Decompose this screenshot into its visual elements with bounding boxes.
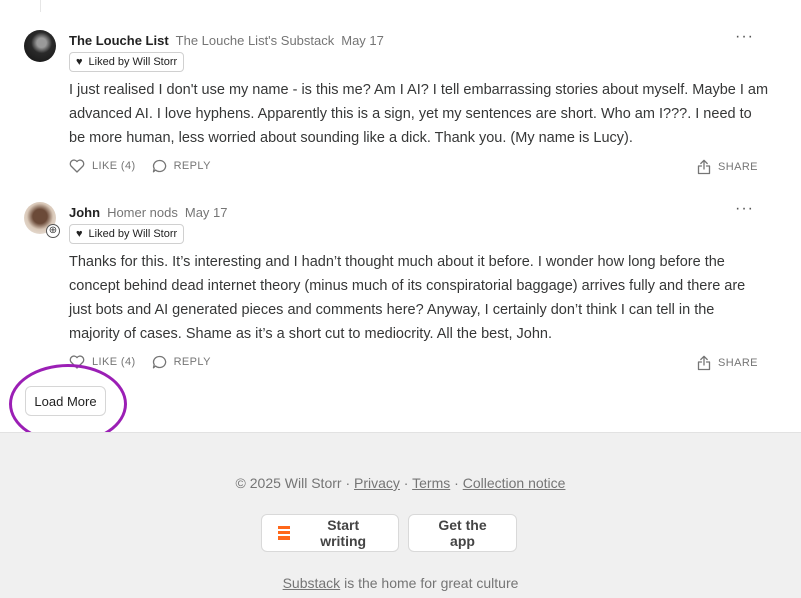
comment-body: I just realised I don't use my name - is… xyxy=(69,82,769,146)
comment-date[interactable]: May 17 xyxy=(185,205,228,220)
copyright: © 2025 Will Storr xyxy=(235,475,342,491)
comment-header: The Louche List The Louche List's Substa… xyxy=(69,30,384,50)
comment-author[interactable]: John xyxy=(69,205,100,220)
start-writing-button[interactable]: Start writing xyxy=(261,514,399,552)
like-button[interactable]: LIKE (4) xyxy=(69,159,136,173)
comment: ⊕ John Homer nods May 17 ··· ♥ Liked by … xyxy=(24,201,764,377)
reply-button[interactable]: REPLY xyxy=(152,355,211,369)
footer-buttons: Start writing Get the app xyxy=(261,514,526,552)
liked-by-label: Liked by Will Storr xyxy=(88,56,178,68)
separator: · xyxy=(341,475,355,491)
collection-notice-link[interactable]: Collection notice xyxy=(463,475,566,491)
privacy-link[interactable]: Privacy xyxy=(354,475,400,491)
comment-actions: LIKE (4) REPLY xyxy=(69,159,227,173)
tagline-text: is the home for great culture xyxy=(340,575,519,591)
footer: © 2025 Will Storr · Privacy · Terms · Co… xyxy=(0,432,801,598)
more-options-icon[interactable]: ··· xyxy=(735,201,754,217)
share-icon xyxy=(697,159,711,175)
share-icon xyxy=(697,355,711,371)
reply-label: REPLY xyxy=(173,160,211,172)
reply-label: REPLY xyxy=(173,356,211,368)
reply-icon xyxy=(152,355,166,369)
terms-link[interactable]: Terms xyxy=(412,475,450,491)
separator: · xyxy=(450,475,463,491)
comment-actions: LIKE (4) REPLY xyxy=(69,355,227,369)
separator: · xyxy=(399,475,413,491)
like-button[interactable]: LIKE (4) xyxy=(69,355,136,369)
start-writing-label: Start writing xyxy=(320,517,367,549)
heart-outline-icon xyxy=(69,159,85,173)
avatar[interactable] xyxy=(24,30,56,62)
get-app-button[interactable]: Get the app xyxy=(408,514,517,552)
footer-links: © 2025 Will Storr · Privacy · Terms · Co… xyxy=(0,475,801,491)
comment-author[interactable]: The Louche List xyxy=(69,33,169,48)
like-label: LIKE (4) xyxy=(92,356,136,368)
subscriber-badge-icon: ⊕ xyxy=(46,224,60,238)
comment: The Louche List The Louche List's Substa… xyxy=(24,29,768,180)
comment-publication[interactable]: Homer nods xyxy=(107,205,178,220)
load-more-button[interactable]: Load More xyxy=(25,386,106,416)
reply-icon xyxy=(152,159,166,173)
comment-header: John Homer nods May 17 xyxy=(69,202,228,222)
comment-publication[interactable]: The Louche List's Substack xyxy=(176,33,335,48)
tagline: Substack is the home for great culture xyxy=(0,575,801,591)
share-button[interactable]: SHARE xyxy=(697,159,758,175)
like-label: LIKE (4) xyxy=(92,160,136,172)
comment-body: Thanks for this. It’s interesting and I … xyxy=(69,254,746,342)
heart-icon: ♥ xyxy=(76,228,83,240)
liked-by-badge: ♥ Liked by Will Storr xyxy=(69,52,185,72)
more-options-icon[interactable]: ··· xyxy=(735,29,754,45)
substack-logo-icon xyxy=(278,526,291,540)
heart-outline-icon xyxy=(69,355,85,369)
share-label: SHARE xyxy=(718,161,758,173)
share-button[interactable]: SHARE xyxy=(697,355,758,371)
reply-button[interactable]: REPLY xyxy=(152,159,211,173)
share-label: SHARE xyxy=(718,357,758,369)
heart-icon: ♥ xyxy=(76,56,83,68)
liked-by-badge: ♥ Liked by Will Storr xyxy=(69,224,185,244)
liked-by-label: Liked by Will Storr xyxy=(88,228,178,240)
thread-line xyxy=(40,0,41,12)
comment-date[interactable]: May 17 xyxy=(341,33,384,48)
substack-link[interactable]: Substack xyxy=(283,575,341,591)
